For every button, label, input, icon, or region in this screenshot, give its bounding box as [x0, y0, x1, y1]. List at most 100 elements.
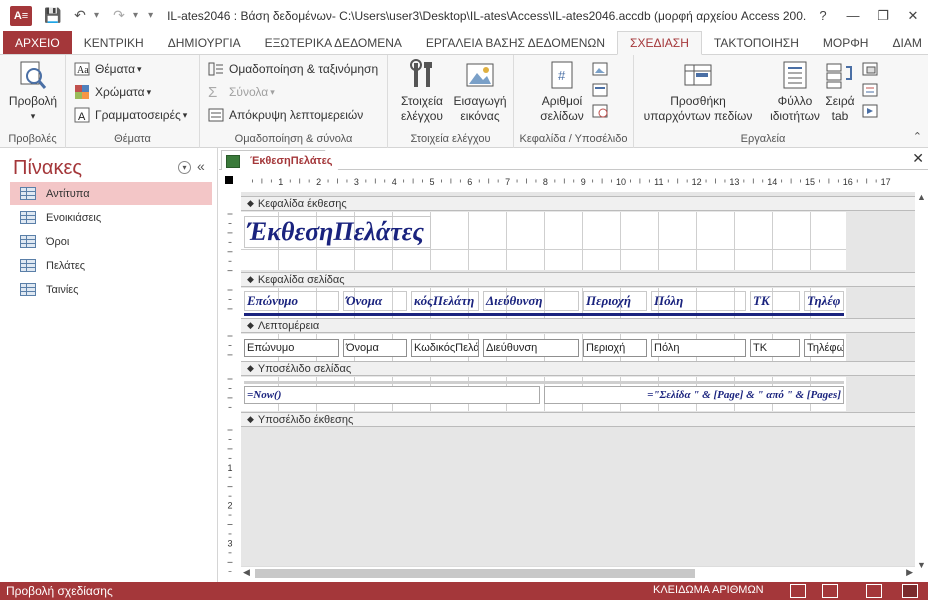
horizontal-ruler: 1 2 3 4 5 6 7 8 9 10 11 12 13 14 15 16 17 [241, 174, 915, 188]
nav-item-enoikiaseis[interactable]: Ενοικιάσεις [10, 206, 212, 229]
tab-arrange[interactable]: ΤΑΚΤΟΠΟΙΗΣΗ [702, 31, 811, 54]
field-tilefono[interactable]: Τηλέφω [804, 339, 844, 357]
nav-collapse-icon[interactable]: « [197, 158, 205, 174]
access-app-icon[interactable]: A≡ [10, 5, 32, 26]
header-label-onoma[interactable]: Όνομα [343, 291, 407, 311]
section-page-header[interactable]: ◆ Κεφαλίδα σελίδας [241, 272, 915, 287]
tab-design[interactable]: ΣΧΕΔΙΑΣΗ [617, 31, 702, 55]
scroll-left-icon[interactable]: ◀ [243, 567, 250, 578]
horizontal-scrollbar[interactable]: ◀ ▶ [241, 566, 915, 580]
restore-button[interactable]: ❐ [868, 8, 898, 24]
redo-dropdown-icon[interactable]: ▾ [133, 10, 138, 21]
property-sheet-button[interactable]: Φύλλο ιδιοτήτων [762, 59, 828, 124]
insert-image-button[interactable]: Εισαγωγή εικόνας [450, 59, 510, 124]
themes-button[interactable]: Aa Θέματα ▾ [74, 59, 142, 79]
vertical-ruler-number: 1 [227, 463, 232, 473]
vertical-ruler-number: 3 [227, 538, 232, 548]
tab-order-button[interactable]: Σειρά tab [820, 59, 860, 124]
fonts-button[interactable]: A Γραμματοσειρές ▾ [74, 105, 187, 125]
ruler-number: 15 [805, 177, 815, 187]
add-existing-fields-button[interactable]: Προσθήκη υπαρχόντων πεδίων [638, 59, 758, 124]
help-button[interactable]: ? [808, 8, 838, 23]
section-page-footer[interactable]: ◆ Υποσέλιδο σελίδας [241, 361, 915, 376]
title-button[interactable] [592, 80, 613, 100]
header-label-tk[interactable]: ΤΚ [750, 291, 800, 311]
horizontal-scroll-thumb[interactable] [255, 569, 695, 578]
tab-database-tools[interactable]: ΕΡΓΑΛΕΙΑ ΒΑΣΗΣ ΔΕΔΟΜΕΝΩΝ [414, 31, 617, 54]
field-tk[interactable]: ΤΚ [750, 339, 800, 357]
date-time-button[interactable] [592, 101, 613, 121]
header-label-tilefono[interactable]: Τηλέφ [804, 291, 844, 311]
nav-item-antitypa[interactable]: Αντίτυπα [10, 182, 212, 205]
field-eponymo[interactable]: Επώνυμο [244, 339, 339, 357]
tab-external-data[interactable]: ΕΞΩΤΕΡΙΚΑ ΔΕΔΟΜΕΝΑ [253, 31, 414, 54]
hide-details-button[interactable]: Απόκρυψη λεπτομερειών [208, 105, 363, 125]
nav-item-tainies[interactable]: Ταινίες [10, 278, 212, 301]
minimize-button[interactable]: — [838, 8, 868, 23]
logo-button[interactable] [592, 59, 613, 79]
group-sort-button[interactable]: Ομαδοποίηση & ταξινόμηση [208, 59, 378, 79]
tab-order-icon [824, 59, 856, 91]
save-icon[interactable]: 💾 [44, 7, 61, 24]
footer-page-field[interactable]: ="Σελίδα " & [Page] & " από " & [Pages] [544, 386, 844, 404]
scroll-up-icon[interactable]: ▲ [917, 192, 926, 202]
tab-format[interactable]: ΜΟΡΦΗ [811, 31, 881, 54]
header-label-poli[interactable]: Πόλη [651, 291, 746, 311]
view-code-button[interactable] [862, 80, 883, 100]
nav-item-pelates[interactable]: Πελάτες [10, 254, 212, 277]
colors-button[interactable]: Χρώματα ▾ [74, 82, 151, 102]
field-kodikos[interactable]: ΚωδικόςΠελά [411, 339, 479, 357]
collapse-ribbon-icon[interactable]: ⌃ [913, 130, 922, 143]
report-view-icon[interactable] [790, 584, 806, 598]
ruler-number: 16 [843, 177, 853, 187]
redo-icon[interactable]: ↷ [111, 7, 127, 24]
section-report-footer[interactable]: ◆ Υποσέλιδο έκθεσης [241, 412, 915, 427]
page-numbers-button[interactable]: # Αριθμοί σελίδων [534, 59, 590, 124]
header-label-perioxi[interactable]: Περιοχή [583, 291, 647, 311]
themes-icon: Aa [74, 61, 90, 77]
customize-toolbar-icon[interactable]: ▾ [148, 10, 153, 21]
close-button[interactable]: ✕ [898, 8, 928, 24]
header-label-kodikos[interactable]: κόςΠελάτη [411, 291, 479, 311]
totals-button[interactable]: Σ Σύνολα ▾ [208, 82, 275, 102]
field-perioxi[interactable]: Περιοχή [583, 339, 647, 357]
layout-view-icon[interactable] [866, 584, 882, 598]
section-report-header[interactable]: ◆ Κεφαλίδα έκθεσης [241, 196, 915, 211]
view-icon [17, 59, 49, 91]
scroll-right-icon[interactable]: ▶ [906, 567, 913, 578]
view-button[interactable]: Προβολή ▾ [4, 59, 62, 124]
undo-icon[interactable]: ↶ [72, 7, 88, 24]
report-title-label[interactable]: ΈκθεσηΠελάτες [244, 216, 431, 248]
nav-title[interactable]: Πίνακες [13, 157, 82, 180]
nav-dropdown-icon[interactable]: ▾ [178, 161, 191, 174]
close-document-icon[interactable]: ✕ [912, 150, 924, 167]
controls-button[interactable]: Στοιχεία ελέγχου [394, 59, 450, 124]
ruler-number: 12 [692, 177, 702, 187]
subform-button[interactable] [862, 59, 883, 79]
report-selector[interactable] [225, 176, 233, 184]
convert-macros-button[interactable] [862, 101, 883, 121]
tab-home[interactable]: ΚΕΝΤΡΙΚΗ [72, 31, 156, 54]
ruler-number: 4 [392, 177, 397, 187]
header-underline[interactable] [244, 313, 844, 316]
undo-dropdown-icon[interactable]: ▾ [94, 10, 99, 21]
design-view-icon[interactable] [902, 584, 918, 598]
nav-header: Πίνακες ▾ « [10, 152, 215, 180]
header-label-dieythynsi[interactable]: Διεύθυνση [483, 291, 579, 311]
document-tab[interactable]: ΈκθεσηΠελάτες [221, 150, 339, 171]
ruler-number: 5 [429, 177, 434, 187]
field-onoma[interactable]: Όνομα [343, 339, 407, 357]
scroll-down-icon[interactable]: ▼ [917, 560, 926, 570]
field-dieythynsi[interactable]: Διεύθυνση [483, 339, 579, 357]
section-detail[interactable]: ◆ Λεπτομέρεια [241, 318, 915, 333]
detail-body: Επώνυμο Όνομα ΚωδικόςΠελά Διεύθυνση Περι… [241, 334, 846, 364]
nav-item-oroi[interactable]: Όροι [10, 230, 212, 253]
vertical-scrollbar[interactable]: ▲ ▼ [915, 192, 928, 570]
footer-now-field[interactable]: =Now() [244, 386, 540, 404]
print-preview-icon[interactable] [822, 584, 838, 598]
tab-file[interactable]: ΑΡΧΕΙΟ [3, 31, 72, 54]
tab-create[interactable]: ΔΗΜΙΟΥΡΓΙΑ [156, 31, 253, 54]
field-poli[interactable]: Πόλη [651, 339, 746, 357]
header-label-eponymo[interactable]: Επώνυμο [244, 291, 339, 311]
tab-page-setup[interactable]: ΔΙΑΜ [880, 31, 928, 54]
